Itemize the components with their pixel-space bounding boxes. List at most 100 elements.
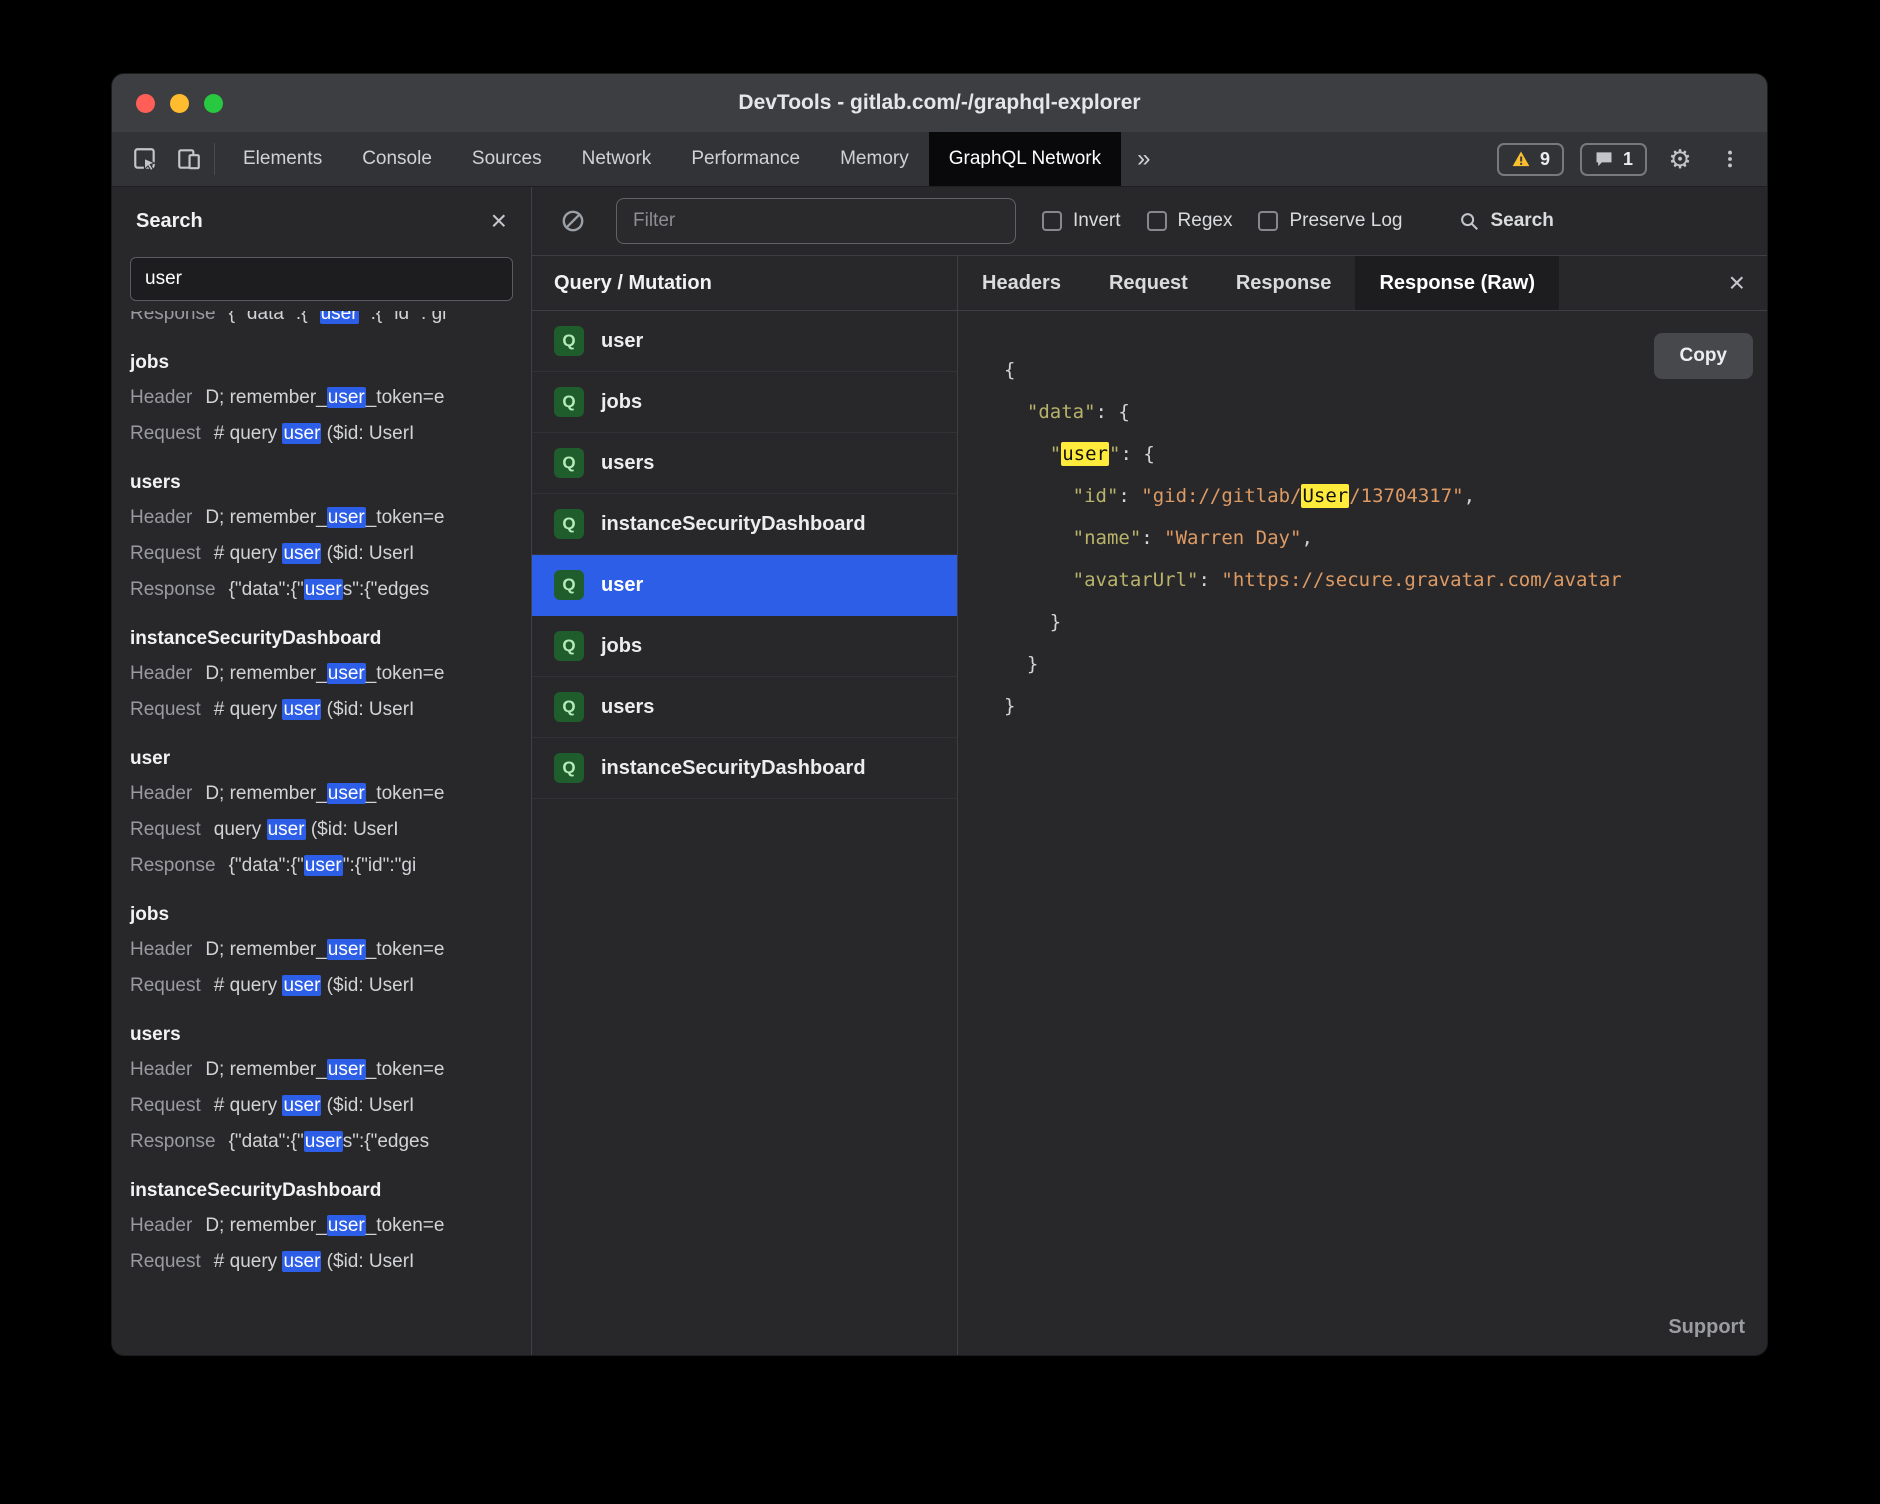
- response-tab-response[interactable]: Response: [1212, 256, 1356, 310]
- query-list-item[interactable]: Qusers: [532, 433, 957, 494]
- search-result-line-text: # query user ($id: UserI: [214, 692, 415, 728]
- search-result-group-title: instanceSecurityDashboard: [130, 1180, 513, 1202]
- response-tab-list: HeadersRequestResponseResponse (Raw): [958, 256, 1559, 310]
- search-result-line-label: Response: [130, 311, 216, 332]
- query-list-item[interactable]: Qjobs: [532, 616, 957, 677]
- search-panel-close-icon[interactable]: ×: [491, 207, 507, 235]
- query-list-item[interactable]: Quser: [532, 311, 957, 372]
- response-raw-view: Copy { "data": { "user": { "id": "gid://…: [958, 311, 1767, 1355]
- query-list-item[interactable]: QinstanceSecurityDashboard: [532, 738, 957, 799]
- search-result-line[interactable]: Request# query user ($id: UserI: [130, 692, 513, 728]
- match-suffix: ":{"id":"gi: [343, 855, 416, 876]
- search-match-highlight: user: [320, 311, 359, 324]
- window-minimize-button[interactable]: [170, 94, 189, 113]
- search-toggle-button[interactable]: Search: [1458, 210, 1553, 232]
- devtools-tab-graphql-network[interactable]: GraphQL Network: [929, 132, 1121, 186]
- support-link[interactable]: Support: [1668, 1316, 1745, 1339]
- search-result-line[interactable]: HeaderD; remember_user_token=e: [130, 500, 513, 536]
- devtools-tab-console[interactable]: Console: [342, 132, 452, 186]
- search-result-line[interactable]: HeaderD; remember_user_token=e: [130, 656, 513, 692]
- match-suffix: _token=e: [366, 387, 445, 408]
- query-type-badge: Q: [554, 631, 584, 661]
- query-name: instanceSecurityDashboard: [601, 757, 866, 780]
- query-list-item[interactable]: QinstanceSecurityDashboard: [532, 494, 957, 555]
- devtools-tab-memory[interactable]: Memory: [820, 132, 929, 186]
- window-zoom-button[interactable]: [204, 94, 223, 113]
- json-token: "id": [1073, 485, 1119, 507]
- network-region: Invert Regex Preserve Log: [532, 187, 1767, 1355]
- search-result-line[interactable]: Request# query user ($id: UserI: [130, 536, 513, 572]
- response-tab-headers[interactable]: Headers: [958, 256, 1085, 310]
- search-result-line[interactable]: Request# query user ($id: UserI: [130, 1088, 513, 1124]
- json-match-highlight: user: [1061, 442, 1109, 466]
- search-result-line[interactable]: Response{"data":{"users":{"edges: [130, 572, 513, 608]
- response-tab-response-raw[interactable]: Response (Raw): [1355, 256, 1559, 310]
- search-result-line[interactable]: Response{"data":{"user":{"id":"gi: [130, 848, 513, 884]
- query-list-item[interactable]: Qjobs: [532, 372, 957, 433]
- match-suffix: _token=e: [366, 663, 445, 684]
- search-result-line[interactable]: HeaderD; remember_user_token=e: [130, 1052, 513, 1088]
- regex-checkbox[interactable]: Regex: [1147, 210, 1233, 232]
- search-result-line[interactable]: Requestquery user ($id: UserI: [130, 812, 513, 848]
- search-result-line[interactable]: HeaderD; remember_user_token=e: [130, 1208, 513, 1244]
- search-result-line[interactable]: Request# query user ($id: UserI: [130, 968, 513, 1004]
- json-token: }: [1004, 695, 1015, 717]
- response-panel-close-icon[interactable]: ×: [1707, 256, 1767, 310]
- filter-input[interactable]: [616, 198, 1016, 244]
- query-list-title: Query / Mutation: [554, 272, 712, 295]
- search-result-group: Response{ "data" :{ "user" :{ "id" : gi: [130, 311, 513, 332]
- json-line: "id": "gid://gitlab/User/13704317",: [1004, 475, 1767, 517]
- search-result-line[interactable]: Request# query user ($id: UserI: [130, 416, 513, 452]
- inspect-element-icon[interactable]: [128, 142, 162, 176]
- match-suffix: ($id: UserI: [321, 699, 414, 720]
- match-prefix: D; remember_: [205, 783, 326, 804]
- search-result-line[interactable]: HeaderD; remember_user_token=e: [130, 932, 513, 968]
- match-prefix: D; remember_: [205, 507, 326, 528]
- search-match-highlight: user: [304, 855, 343, 876]
- query-list-item[interactable]: Qusers: [532, 677, 957, 738]
- kebab-menu-icon[interactable]: [1713, 142, 1747, 176]
- search-result-line[interactable]: HeaderD; remember_user_token=e: [130, 776, 513, 812]
- device-toolbar-icon[interactable]: [172, 142, 206, 176]
- json-token: }: [1004, 611, 1061, 633]
- search-match-highlight: user: [327, 1059, 366, 1080]
- search-result-group: jobsHeaderD; remember_user_token=eReques…: [130, 352, 513, 452]
- json-token: ": [1109, 443, 1120, 465]
- invert-checkbox[interactable]: Invert: [1042, 210, 1121, 232]
- query-type-badge: Q: [554, 448, 584, 478]
- traffic-lights: [136, 74, 223, 132]
- devtools-tab-network[interactable]: Network: [562, 132, 672, 186]
- copy-button[interactable]: Copy: [1654, 333, 1754, 379]
- issues-badge[interactable]: 1: [1580, 143, 1647, 176]
- devtools-tab-performance[interactable]: Performance: [671, 132, 820, 186]
- search-result-line[interactable]: Response{"data":{"users":{"edges: [130, 1124, 513, 1160]
- search-result-line-text: # query user ($id: UserI: [214, 416, 415, 452]
- match-prefix: query: [214, 819, 267, 840]
- search-result-line-text: # query user ($id: UserI: [214, 1244, 415, 1280]
- json-token: [1004, 527, 1073, 549]
- more-tabs-button[interactable]: »: [1121, 132, 1166, 186]
- window-close-button[interactable]: [136, 94, 155, 113]
- query-list-item[interactable]: Quser: [532, 555, 957, 616]
- search-input[interactable]: [130, 257, 513, 301]
- devtools-tab-sources[interactable]: Sources: [452, 132, 562, 186]
- clear-log-icon[interactable]: [556, 204, 590, 238]
- search-result-line[interactable]: Request # query user ($id: UserI: [130, 1244, 513, 1280]
- json-token: [1004, 569, 1073, 591]
- search-result-line[interactable]: HeaderD; remember_user_token=e: [130, 380, 513, 416]
- json-token: {: [1004, 359, 1015, 381]
- settings-gear-icon[interactable]: ⚙: [1663, 142, 1697, 176]
- preserve-log-checkbox[interactable]: Preserve Log: [1258, 210, 1402, 232]
- json-token: :: [1198, 569, 1221, 591]
- issues-count: 1: [1623, 149, 1633, 170]
- warning-triangle-icon: [1511, 149, 1531, 169]
- search-match-highlight: user: [282, 975, 321, 996]
- search-result-line-text: # query user ($id: UserI: [214, 968, 415, 1004]
- match-prefix: {"data":{": [229, 579, 304, 600]
- search-result-line[interactable]: Response{ "data" :{ "user" :{ "id" : gi: [130, 311, 513, 332]
- devtools-tab-elements[interactable]: Elements: [223, 132, 342, 186]
- response-panel-tabbar: HeadersRequestResponseResponse (Raw) ×: [958, 256, 1767, 311]
- warnings-badge[interactable]: 9: [1497, 143, 1564, 176]
- search-result-line-label: Request: [130, 1244, 201, 1280]
- response-tab-request[interactable]: Request: [1085, 256, 1212, 310]
